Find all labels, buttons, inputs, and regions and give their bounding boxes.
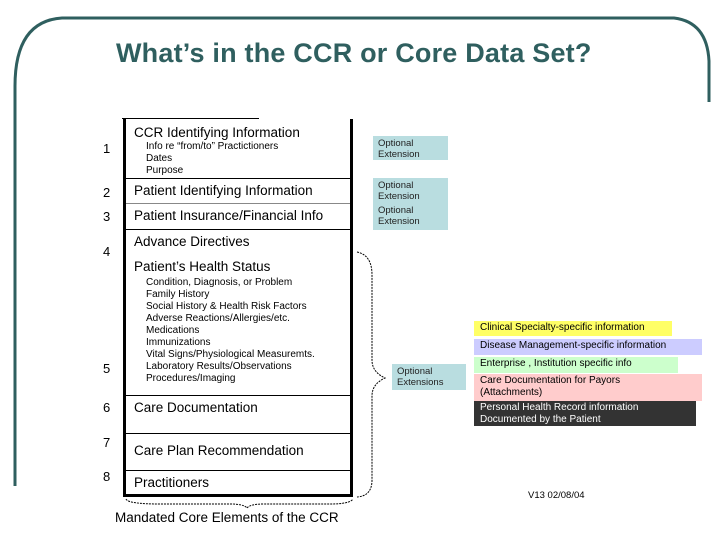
category-label: Enterprise , Institution specific info bbox=[480, 358, 632, 369]
right-brace bbox=[356, 251, 387, 498]
category-label: Clinical Specialty-specific information bbox=[480, 322, 645, 333]
version-label: V13 02/08/04 bbox=[528, 490, 585, 501]
bottom-brace bbox=[125, 498, 354, 509]
category-enterprise: Enterprise , Institution specific info bbox=[474, 357, 678, 373]
category-personal-health-record: Personal Health Record information Docum… bbox=[474, 401, 696, 426]
category-label: Documented by the Patient bbox=[480, 414, 601, 425]
category-care-documentation-payors: Care Documentation for Payors (Attachmen… bbox=[474, 374, 702, 401]
category-label: Personal Health Record information bbox=[480, 402, 639, 413]
category-label: Disease Management-specific information bbox=[480, 340, 667, 351]
category-label: (Attachments) bbox=[480, 387, 543, 398]
braces-overlay bbox=[125, 251, 387, 509]
category-clinical-specialty: Clinical Specialty-specific information bbox=[474, 321, 672, 336]
category-disease-management: Disease Management-specific information bbox=[474, 339, 702, 355]
diagram-caption: Mandated Core Elements of the CCR bbox=[115, 510, 339, 525]
category-label: Care Documentation for Payors bbox=[480, 375, 621, 386]
